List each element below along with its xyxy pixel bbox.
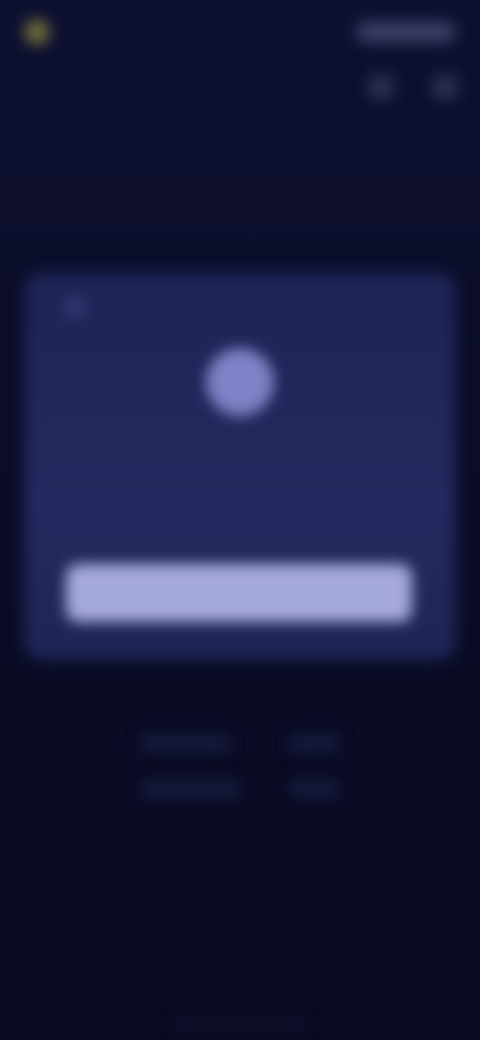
footer-link-2[interactable] xyxy=(290,734,340,752)
brand[interactable] xyxy=(24,19,58,45)
footer-row-1 xyxy=(140,734,340,752)
primary-button[interactable] xyxy=(66,564,412,622)
footer-row-2 xyxy=(140,780,340,798)
blurred-layer xyxy=(0,0,480,1040)
main-card xyxy=(24,272,456,660)
back-icon[interactable] xyxy=(64,296,86,318)
notification-icon[interactable] xyxy=(368,74,394,100)
top-actions xyxy=(368,74,458,100)
footer-link-3[interactable] xyxy=(140,780,240,798)
avatar xyxy=(206,348,274,416)
footer-link-1[interactable] xyxy=(140,734,230,752)
app-screen xyxy=(0,0,480,1040)
top-bar xyxy=(24,12,456,52)
top-right-pill[interactable] xyxy=(356,21,456,43)
settings-icon[interactable] xyxy=(432,74,458,100)
footer-link-4[interactable] xyxy=(290,780,340,798)
home-indicator xyxy=(170,1023,310,1028)
brand-logo-icon xyxy=(24,19,50,45)
